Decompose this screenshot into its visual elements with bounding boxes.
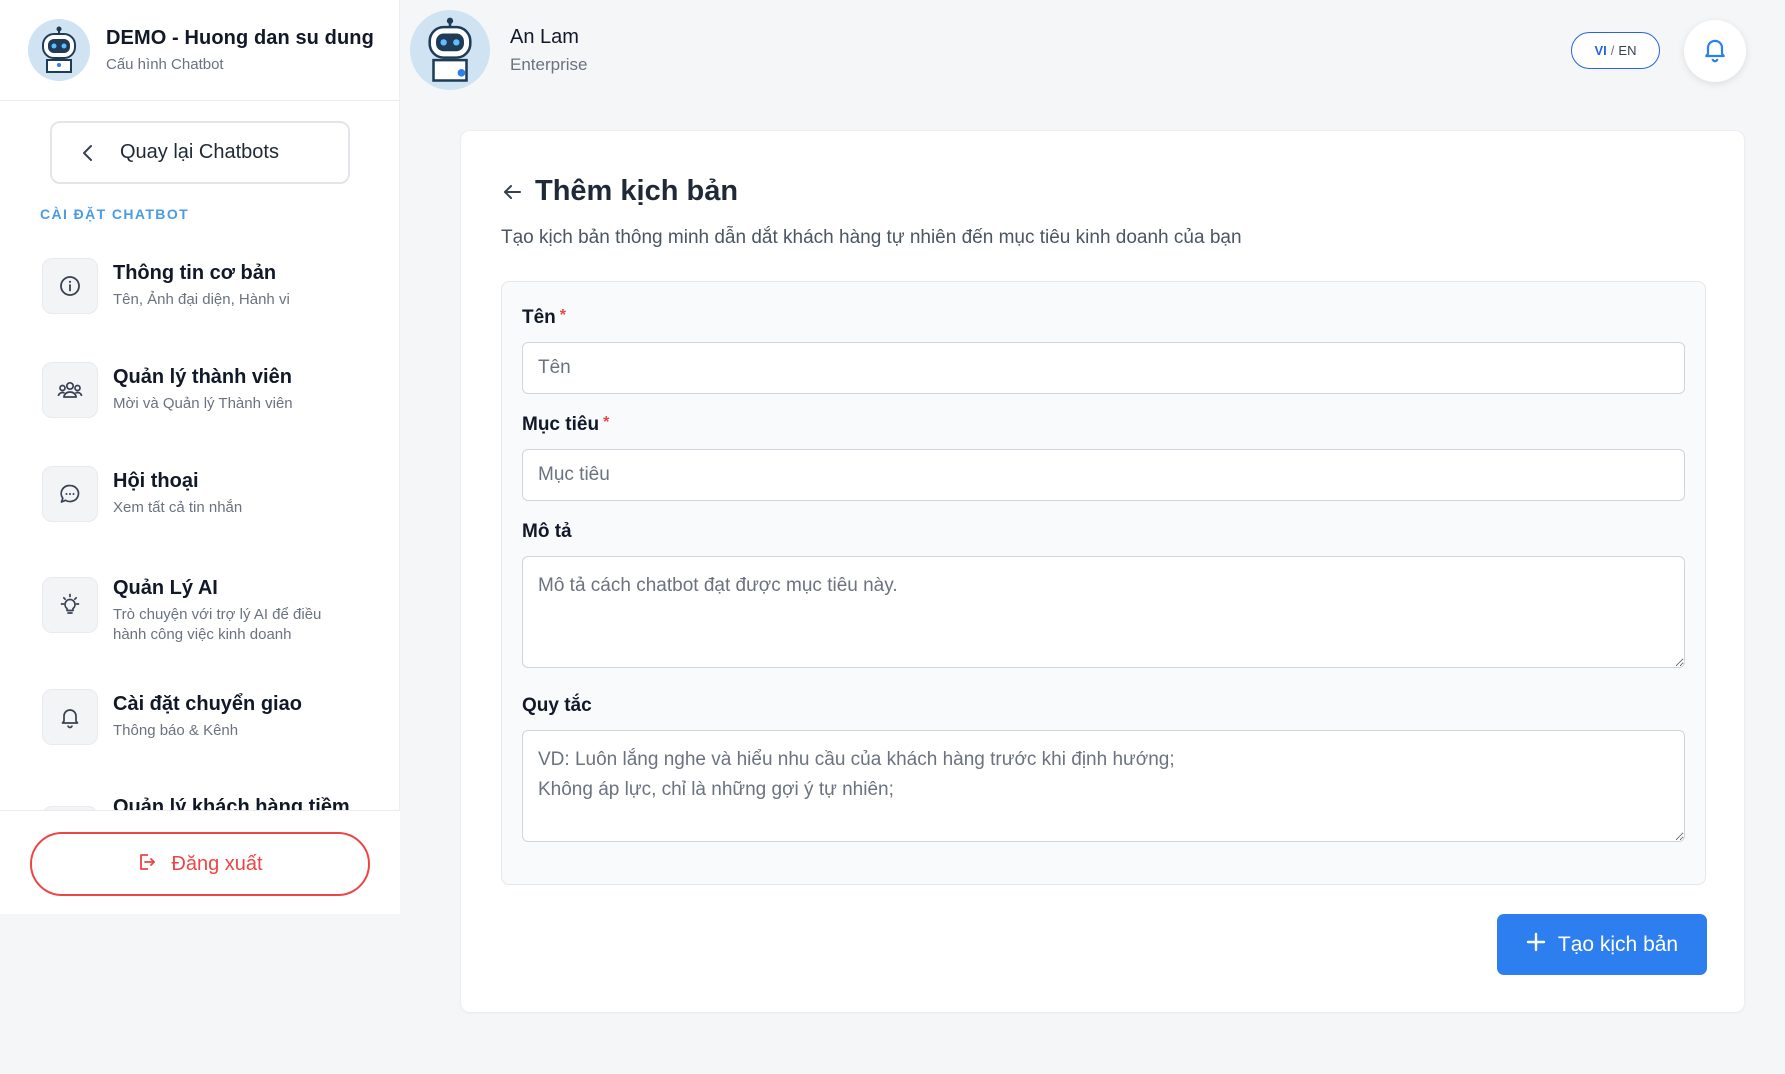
back-to-chatbots-button[interactable]: Quay lại Chatbots (50, 121, 350, 184)
sidebar-item-members[interactable]: Quản lý thành viên Mời và Quản lý Thành … (42, 362, 372, 418)
back-to-chatbots-label: Quay lại Chatbots (120, 141, 279, 163)
page-title: Thêm kịch bản (535, 175, 739, 207)
logout-button[interactable]: Đăng xuất (30, 832, 370, 896)
sidebar-item-title: Cài đặt chuyển giao (113, 693, 302, 715)
language-toggle[interactable]: VI / EN (1571, 32, 1660, 69)
description-label: Mô tả (522, 521, 572, 542)
bell-icon (1701, 35, 1729, 68)
description-textarea[interactable] (522, 556, 1685, 668)
sidebar-item-title: Quản lý thành viên (113, 366, 292, 388)
name-input[interactable] (522, 342, 1685, 394)
goal-label-text: Mục tiêu (522, 414, 600, 435)
avatar (410, 10, 490, 90)
arrow-left-icon[interactable] (501, 181, 523, 203)
user-plan: Enterprise (510, 54, 588, 74)
sidebar-item-title: Hội thoại (113, 470, 199, 492)
create-script-label: Tạo kịch bản (1557, 932, 1679, 956)
sidebar-item-leads[interactable]: Quản lý khách hàng tiềm (42, 796, 372, 810)
chatbot-avatar (28, 19, 90, 81)
sidebar-item-handover[interactable]: Cài đặt chuyển giao Thông báo & Kênh (42, 689, 372, 745)
goal-input[interactable] (522, 449, 1685, 501)
sidebar-item-conversations[interactable]: Hội thoại Xem tất cả tin nhắn (42, 466, 372, 522)
sidebar-item-subtitle: Tên, Ảnh đại diện, Hành vi (113, 291, 290, 308)
sidebar-item-subtitle: Trò chuyện với trợ lý AI để điều hành cô… (113, 606, 322, 643)
section-label: CÀI ĐẶT CHATBOT (40, 206, 190, 222)
chat-icon (42, 466, 98, 522)
add-script-card: Thêm kịch bản Tạo kịch bản thông minh dẫ… (460, 130, 1745, 1013)
user-name: An Lam (510, 25, 579, 48)
rules-textarea[interactable] (522, 730, 1685, 842)
logout-label: Đăng xuất (171, 852, 263, 875)
chatbot-name: DEMO - Huong dan su dung (106, 27, 374, 49)
sidebar: DEMO - Huong dan su dung Cấu hình Chatbo… (0, 0, 400, 914)
lang-separator: / (1610, 43, 1615, 58)
info-icon (42, 258, 98, 314)
sidebar-item-ai-manager[interactable]: Quản Lý AI Trò chuyện với trợ lý AI để đ… (42, 573, 372, 645)
name-label: Tên * (522, 307, 566, 329)
chatbot-subtitle: Cấu hình Chatbot (106, 56, 224, 73)
sidebar-item-subtitle: Thông báo & Kênh (113, 722, 239, 739)
sidebar-item-subtitle: Xem tất cả tin nhắn (113, 499, 243, 516)
chevron-left-icon (78, 143, 98, 163)
required-mark: * (559, 307, 567, 324)
sidebar-item-title: Thông tin cơ bản (113, 262, 277, 284)
users-icon (42, 362, 98, 418)
lang-en[interactable]: EN (1618, 43, 1636, 58)
plus-icon (1526, 932, 1546, 957)
script-form: Tên* Mục tiêu* Mô tả Quy tắc (501, 281, 1706, 885)
logout-area: Đăng xuất (0, 810, 400, 914)
sidebar-item-basic-info[interactable]: Thông tin cơ bản Tên, Ảnh đại diện, Hành… (42, 258, 372, 314)
lightbulb-icon (42, 577, 98, 633)
logout-icon (137, 852, 157, 877)
rules-label: Quy tắc (522, 695, 592, 716)
sidebar-brand: DEMO - Huong dan su dung Cấu hình Chatbo… (0, 0, 399, 101)
create-script-button[interactable]: Tạo kịch bản (1497, 914, 1707, 975)
sidebar-item-subtitle: Mời và Quản lý Thành viên (113, 395, 293, 412)
required-mark: * (603, 414, 610, 431)
sidebar-item-title: Quản lý khách hàng tiềm (113, 796, 350, 810)
name-label-text: Tên (522, 307, 556, 328)
user-profile: An Lam Enterprise (410, 10, 587, 90)
notifications-button[interactable] (1684, 20, 1746, 82)
goal-label: Mục tiêu * (522, 414, 609, 436)
page-description: Tạo kịch bản thông minh dẫn dắt khách hà… (501, 227, 1242, 248)
lang-vi[interactable]: VI (1595, 43, 1607, 58)
bell-icon (42, 689, 98, 745)
sidebar-item-title: Quản Lý AI (113, 577, 218, 599)
